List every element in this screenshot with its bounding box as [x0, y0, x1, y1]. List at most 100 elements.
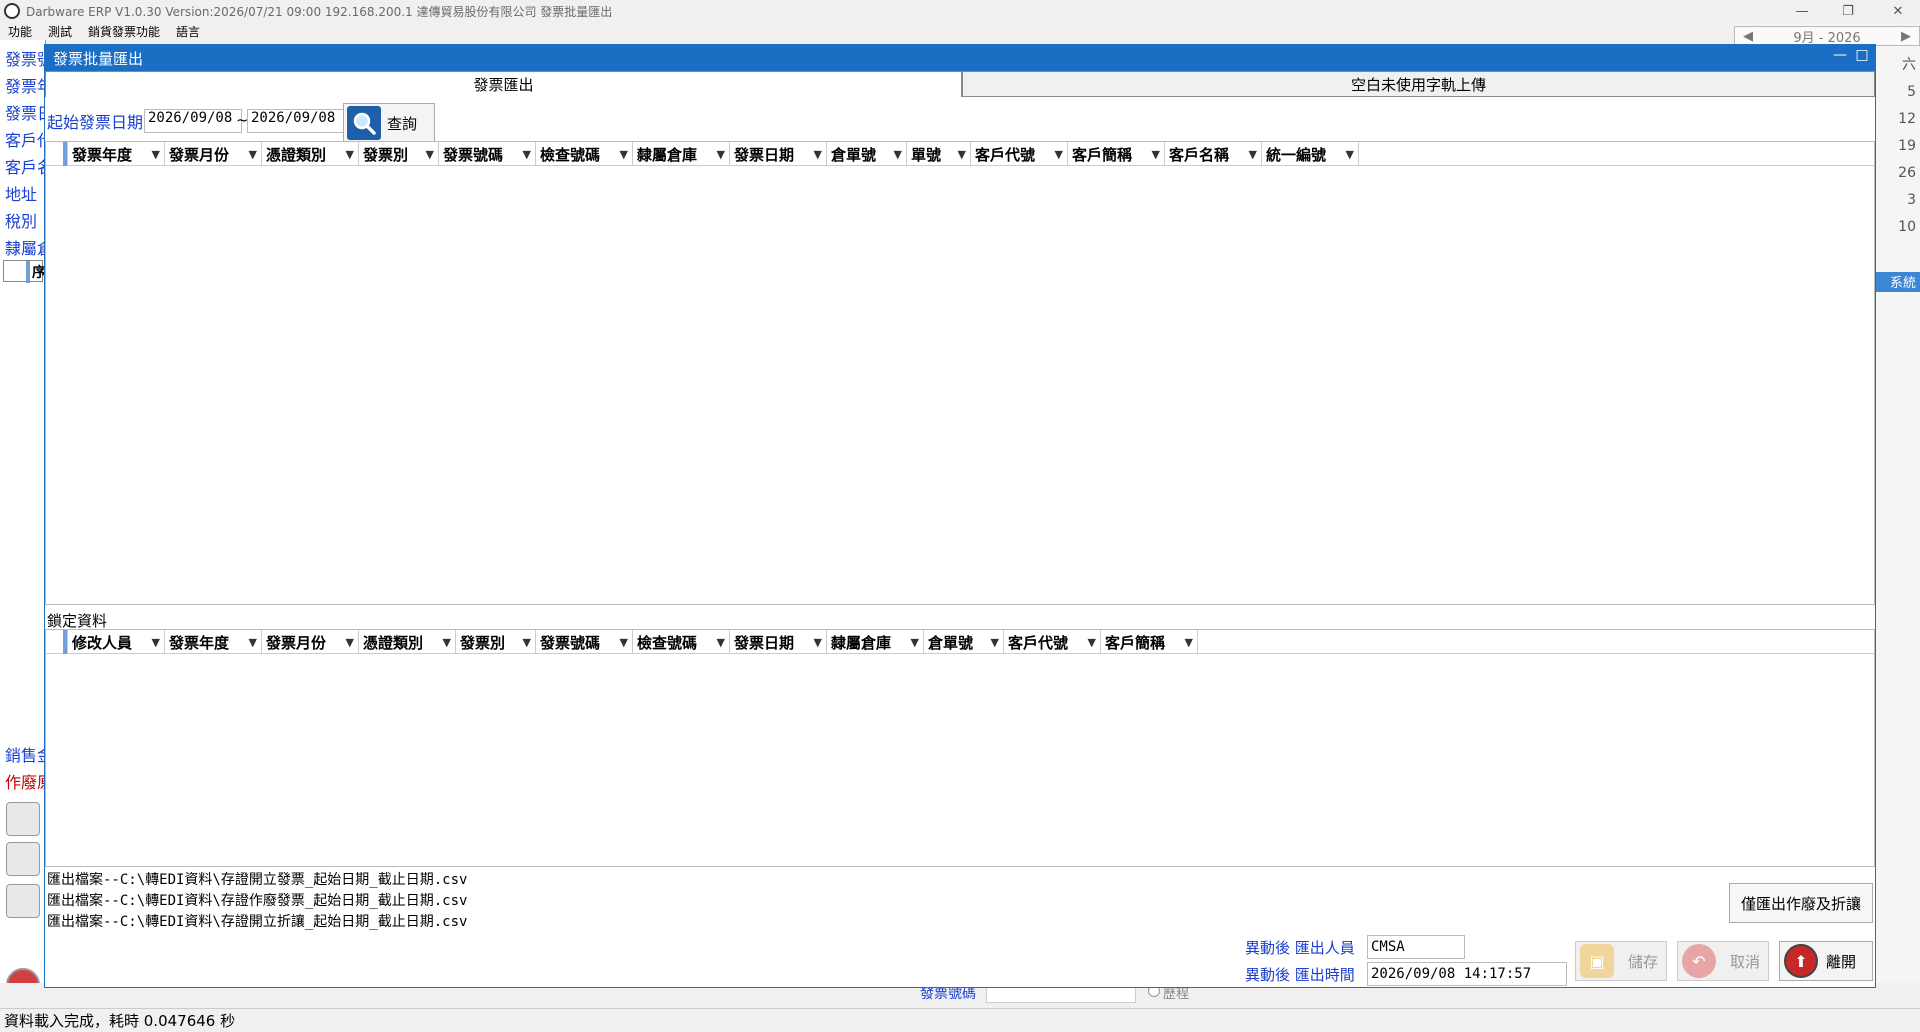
grid2-col-check-number[interactable]: 檢查號碼 ▼ [633, 630, 730, 654]
user-icon[interactable] [6, 842, 40, 876]
calendar-cell[interactable]: 10 [1874, 214, 1916, 241]
grid1-col-customer-code[interactable]: 客戶代號 ▼ [971, 142, 1068, 166]
tab-invoice-export[interactable]: 發票匯出 [45, 71, 962, 97]
filter-icon[interactable]: ▼ [152, 148, 160, 161]
calendar-cell[interactable]: 12 [1874, 106, 1916, 133]
export-void-allowance-only-button[interactable]: 僅匯出作廢及折讓 [1729, 883, 1873, 923]
filter-icon[interactable]: ▼ [620, 148, 628, 161]
save-disk-icon: ▣ [1580, 944, 1614, 978]
end-date-input[interactable]: 2026/09/08 [247, 109, 345, 133]
filter-icon[interactable]: ▼ [426, 148, 434, 161]
filter-icon[interactable]: ▼ [249, 636, 257, 649]
grid1-col-tax-id[interactable]: 統一編號 ▼ [1262, 142, 1359, 166]
grid1-col-check-number[interactable]: 檢查號碼 ▼ [536, 142, 633, 166]
query-row: 起始發票日期 2026/09/08 ~ 2026/09/08 查詢 [45, 97, 1875, 143]
calendar-cell[interactable]: 26 [1874, 160, 1916, 187]
query-button[interactable]: 查詢 [343, 103, 435, 143]
filter-icon[interactable]: ▼ [346, 636, 354, 649]
menu-item-sales-invoice[interactable]: 銷貨發票功能 [88, 23, 160, 40]
filter-icon[interactable]: ▼ [911, 636, 919, 649]
close-icon[interactable]: ✕ [1878, 0, 1918, 22]
dialog-maximize-icon[interactable]: □ [1851, 47, 1873, 69]
dialog-minimize-icon[interactable]: — [1829, 47, 1851, 69]
grid2-col-warehouse[interactable]: 隸屬倉庫 ▼ [827, 630, 924, 654]
grid2-col-invoice-year[interactable]: 發票年度 ▼ [165, 630, 262, 654]
bg-label-customer-name: 客戶名 [5, 158, 45, 177]
grid2-col-modifier[interactable]: 修改人員 ▼ [68, 630, 165, 654]
grid2-col-customer-code[interactable]: 客戶代號 ▼ [1004, 630, 1101, 654]
filter-icon[interactable]: ▼ [1088, 636, 1096, 649]
calendar-cell[interactable]: 5 [1874, 79, 1916, 106]
grid2-col-invoice-month[interactable]: 發票月份 ▼ [262, 630, 359, 654]
grid1-col-invoice-month[interactable]: 發票月份 ▼ [165, 142, 262, 166]
grid1-col-invoice-year[interactable]: 發票年度 ▼ [68, 142, 165, 166]
calendar-cell[interactable]: 19 [1874, 133, 1916, 160]
filter-icon[interactable]: ▼ [346, 148, 354, 161]
invoice-export-grid: 發票年度 ▼ 發票月份 ▼ 憑證類別 ▼ 發票別 ▼ 發票號碼 ▼ 檢查號碼 ▼ 隸屬倉庫 ▼… [45, 141, 1875, 605]
app-menu-bar: 功能 測試 銷貨發票功能 語言 [0, 22, 1920, 40]
grid2-col-customer-short[interactable]: 客戶簡稱 ▼ [1101, 630, 1198, 654]
filter-icon[interactable]: ▼ [1185, 636, 1193, 649]
start-date-input[interactable]: 2026/09/08 [144, 109, 242, 133]
restore-icon[interactable]: ❐ [1828, 0, 1868, 22]
grid2-col-voucher-type[interactable]: 憑證類別 ▼ [359, 630, 456, 654]
grid1-col-warehouse[interactable]: 隸屬倉庫 ▼ [633, 142, 730, 166]
grid1-col-invoice-number[interactable]: 發票號碼 ▼ [439, 142, 536, 166]
invoice-batch-export-dialog: 發票批量匯出 — □ 發票匯出 空白未使用字軌上傳 起始發票日期 2026/09… [44, 44, 1876, 988]
filter-icon[interactable]: ▼ [991, 636, 999, 649]
filter-icon[interactable]: ▼ [814, 636, 822, 649]
filter-icon[interactable]: ▼ [894, 148, 902, 161]
export-line: 匯出檔案--C:\轉EDI資料\存證開立發票_起始日期_截止日期.csv [47, 872, 468, 888]
calendar-saturday-column: 六 5 12 19 26 3 10 [1874, 52, 1920, 241]
filter-icon[interactable]: ▼ [1346, 148, 1354, 161]
folder-icon[interactable] [6, 884, 40, 918]
filter-icon[interactable]: ▼ [958, 148, 966, 161]
filter-icon[interactable]: ▼ [443, 636, 451, 649]
dialog-title-bar: 發票批量匯出 — □ [45, 45, 1875, 71]
filter-icon[interactable]: ▼ [1152, 148, 1160, 161]
menu-item-test[interactable]: 測試 [48, 23, 72, 40]
calendar-cell[interactable]: 3 [1874, 187, 1916, 214]
grid1-col-invoice-kind[interactable]: 發票別 ▼ [359, 142, 439, 166]
leave-button[interactable]: ⬆ 離開 [1779, 941, 1873, 981]
save-button[interactable]: ▣ 儲存 [1575, 941, 1667, 981]
grid1-col-invoice-date[interactable]: 發票日期 ▼ [730, 142, 827, 166]
system-button[interactable]: 系統 [1874, 272, 1920, 292]
filter-icon[interactable]: ▼ [1249, 148, 1257, 161]
bg-label-invoice-no: 發票號 [5, 50, 45, 69]
dialog-title: 發票批量匯出 [53, 49, 144, 68]
row-indicator [46, 630, 68, 654]
grid1-col-warehouse-slip[interactable]: 倉單號 ▼ [827, 142, 907, 166]
app-logo-icon [4, 3, 20, 19]
filter-icon[interactable]: ▼ [1055, 148, 1063, 161]
grid1-col-customer-short[interactable]: 客戶簡稱 ▼ [1068, 142, 1165, 166]
locked-data-grid: 修改人員 ▼ 發票年度 ▼ 發票月份 ▼ 憑證類別 ▼ 發票別 ▼ 發票號碼 ▼ 檢查號碼 ▼… [45, 629, 1875, 867]
filter-icon[interactable]: ▼ [249, 148, 257, 161]
bg-label-tax-type: 稅別 [5, 212, 38, 231]
calendar-prev-icon[interactable]: ◀ [1743, 29, 1753, 44]
menu-item-function[interactable]: 功能 [8, 23, 32, 40]
tab-blank-track-upload[interactable]: 空白未使用字軌上傳 [962, 71, 1875, 97]
filter-icon[interactable]: ▼ [620, 636, 628, 649]
filter-icon[interactable]: ▼ [814, 148, 822, 161]
filter-icon[interactable]: ▼ [523, 148, 531, 161]
grid2-col-warehouse-slip[interactable]: 倉單號 ▼ [924, 630, 1004, 654]
filter-icon[interactable]: ▼ [717, 636, 725, 649]
cancel-button[interactable]: ↶ 取消 [1677, 941, 1769, 981]
filter-icon[interactable]: ▼ [717, 148, 725, 161]
grid1-col-voucher-type[interactable]: 憑證類別 ▼ [262, 142, 359, 166]
grid1-col-customer-name[interactable]: 客戶名稱 ▼ [1165, 142, 1262, 166]
bg-label-invoice-date: 發票日 [5, 104, 45, 123]
grid2-col-invoice-kind[interactable]: 發票別 ▼ [456, 630, 536, 654]
calendar-next-icon[interactable]: ▶ [1901, 29, 1911, 44]
background-left-panel: 發票號 發票年 發票日 客戶代 客戶名 地址 稅別 隸屬倉 序 銷售金 作廢原 [0, 40, 46, 1002]
grid1-col-order-no[interactable]: 單號 ▼ [907, 142, 971, 166]
grid2-col-invoice-date[interactable]: 發票日期 ▼ [730, 630, 827, 654]
menu-item-language[interactable]: 語言 [176, 23, 200, 40]
minimize-icon[interactable]: — [1782, 0, 1822, 22]
filter-icon[interactable]: ▼ [152, 636, 160, 649]
grid2-col-invoice-number[interactable]: 發票號碼 ▼ [536, 630, 633, 654]
edit-doc-icon[interactable] [6, 802, 40, 836]
filter-icon[interactable]: ▼ [523, 636, 531, 649]
bg-label-void-reason: 作廢原 [5, 773, 45, 792]
